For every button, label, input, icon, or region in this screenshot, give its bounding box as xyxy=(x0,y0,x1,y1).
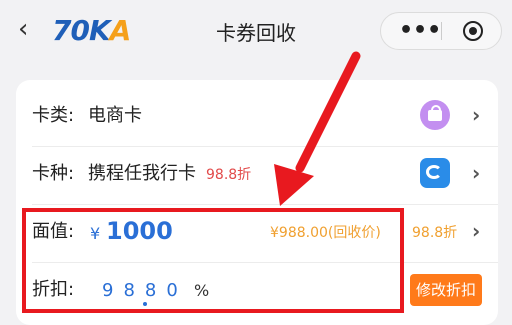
chevron-right-icon[interactable]: › xyxy=(472,102,480,128)
percent-sign: % xyxy=(194,281,210,300)
discount-digits[interactable]: 9880 xyxy=(102,280,188,302)
card-type-row[interactable]: 卡种: 携程任我行卡 98.8折 › xyxy=(16,146,498,204)
category-label: 卡类: xyxy=(32,105,75,126)
type-discount: 98.8折 xyxy=(206,167,252,183)
mini-program-capsule: ••• xyxy=(380,12,502,50)
category-value: 电商卡 xyxy=(88,105,142,126)
card-category-row[interactable]: 卡类: 电商卡 › xyxy=(16,88,498,146)
face-ratio: 98.8折 xyxy=(412,225,458,241)
card-form: 卡类: 电商卡 › 卡种: 携程任我行卡 98.8折 › 面值: ¥ 1000 … xyxy=(16,80,498,325)
discount-label: 折扣: xyxy=(32,279,75,300)
type-value: 携程任我行卡 xyxy=(88,163,196,184)
ctrip-dolphin-icon xyxy=(420,158,450,188)
decimal-point xyxy=(143,302,147,306)
discount-rate-row: 折扣: 9880 % 修改折扣 xyxy=(16,262,498,320)
face-value-row[interactable]: 面值: ¥ 1000 ¥988.00(回收价) 98.8折 › xyxy=(16,204,498,262)
close-target-icon[interactable] xyxy=(463,21,483,41)
navigation-bar: ‹ 70KA 卡券回收 ••• xyxy=(0,0,512,62)
face-value-label: 面值: xyxy=(32,221,75,242)
more-icon[interactable]: ••• xyxy=(399,15,441,47)
modify-discount-button[interactable]: 修改折扣 xyxy=(410,274,482,306)
recycle-price: ¥988.00(回收价) xyxy=(270,225,381,241)
shopping-bag-icon xyxy=(420,100,450,130)
type-label: 卡种: xyxy=(32,163,75,184)
currency-symbol: ¥ xyxy=(90,224,101,243)
chevron-right-icon[interactable]: › xyxy=(472,160,480,186)
capsule-divider xyxy=(441,22,442,40)
chevron-right-icon[interactable]: › xyxy=(472,218,480,244)
face-value-amount: 1000 xyxy=(106,217,173,245)
